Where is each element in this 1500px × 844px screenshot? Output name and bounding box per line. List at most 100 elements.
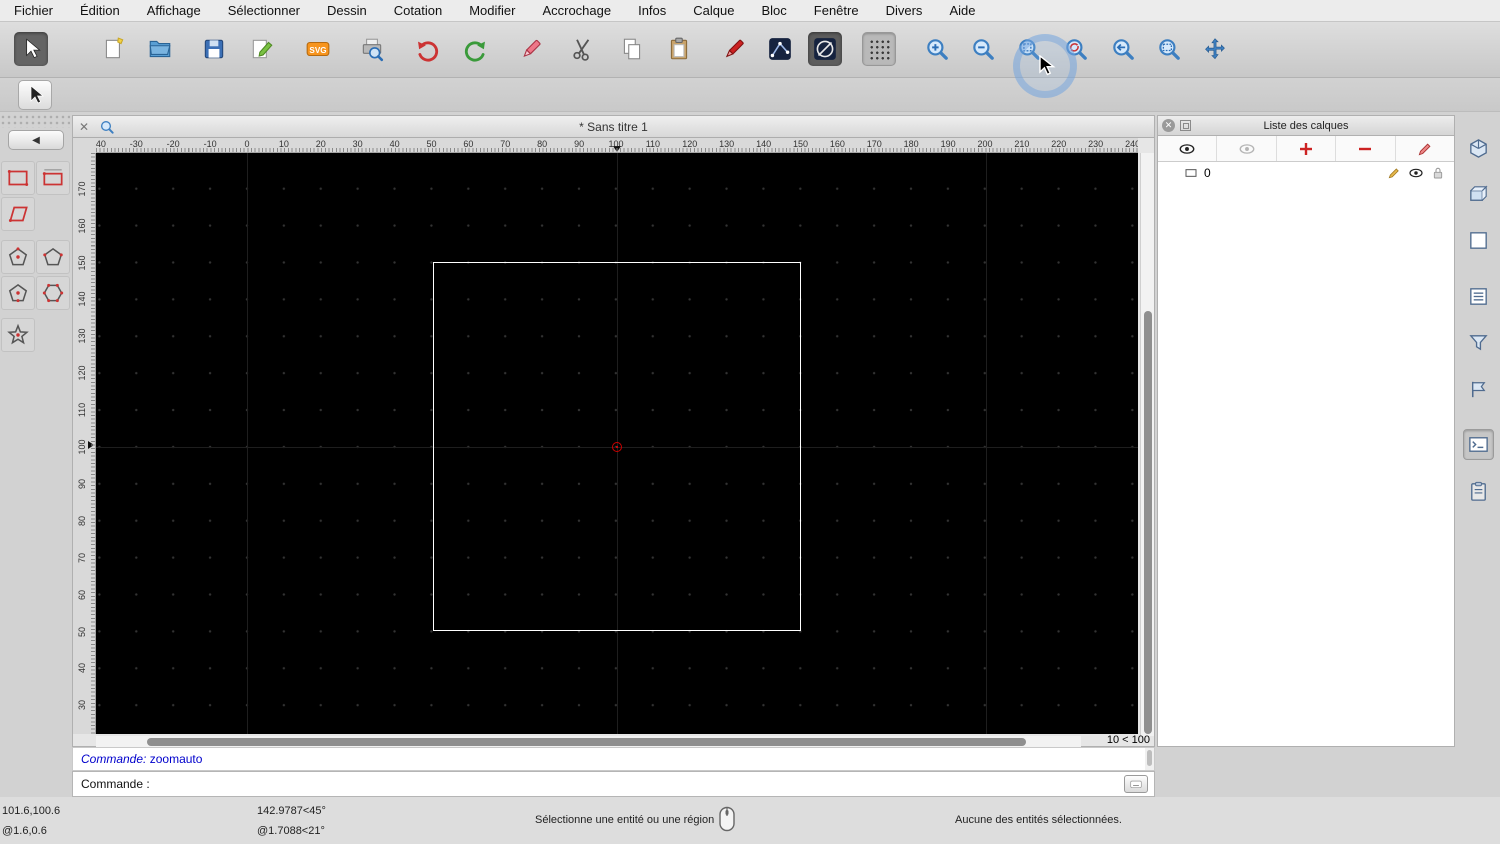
copy-button[interactable]: [615, 32, 649, 66]
parallelogram-icon: [8, 206, 28, 223]
draw-pen-button[interactable]: [717, 32, 751, 66]
rectangle-corners-tool[interactable]: [1, 161, 35, 195]
menu-item[interactable]: Accrochage: [542, 3, 611, 18]
open-file-button[interactable]: [143, 32, 177, 66]
polygon-center-side-tool[interactable]: [1, 276, 35, 310]
menu-item[interactable]: Cotation: [394, 3, 442, 18]
menu-item[interactable]: Modifier: [469, 3, 515, 18]
dock-selection-filter-button[interactable]: [1463, 327, 1494, 358]
rectangle-size-tool[interactable]: [36, 161, 70, 195]
horizontal-scrollbar-thumb[interactable]: [147, 738, 1026, 746]
hide-all-layers-button[interactable]: [1217, 136, 1277, 161]
polyline-tool-button[interactable]: [763, 32, 797, 66]
floppy-disk-icon: [204, 39, 224, 59]
dock-block-list-button[interactable]: [1463, 179, 1494, 210]
paste-button[interactable]: [662, 32, 696, 66]
dock-clipboard-button[interactable]: [1463, 476, 1494, 507]
vertical-scrollbar[interactable]: [1140, 153, 1154, 736]
toolbar-drag-handle[interactable]: [0, 114, 70, 128]
print-preview-button[interactable]: [355, 32, 389, 66]
menu-item[interactable]: Bloc: [761, 3, 786, 18]
polygon-two-vertices-tool[interactable]: [36, 240, 70, 274]
reference-point[interactable]: [612, 442, 622, 452]
command-history-label: Commande:: [81, 752, 147, 766]
dock-pen-flag-button[interactable]: [1463, 374, 1494, 405]
zoom-out-button[interactable]: [966, 32, 1000, 66]
menu-item[interactable]: Divers: [886, 3, 923, 18]
rectangle-size-icon: [42, 169, 63, 186]
layer-lock-icon[interactable]: [1430, 165, 1446, 181]
dock-3d-view-button[interactable]: [1463, 133, 1494, 164]
clipboard-panel-icon: [1471, 481, 1486, 501]
menu-item[interactable]: Affichage: [147, 3, 201, 18]
command-options-button[interactable]: [1124, 775, 1148, 793]
hint-text: Sélectionne une entité ou une région: [535, 814, 715, 826]
delete-entities-button[interactable]: [514, 32, 548, 66]
layer-row[interactable]: 0: [1158, 162, 1454, 184]
grid-dots-icon: [868, 38, 890, 60]
ruler-left-label: 40: [77, 663, 87, 674]
undo-button[interactable]: [411, 32, 445, 66]
notepad-pencil-icon: [252, 39, 273, 59]
ruler-left-label: 140: [77, 291, 87, 307]
layer-edit-pencil-icon[interactable]: [1386, 165, 1402, 181]
menu-item[interactable]: Édition: [80, 3, 120, 18]
select-single-button[interactable]: [18, 80, 52, 110]
ruler-top-label: 40: [389, 139, 400, 149]
new-document-button[interactable]: [97, 32, 131, 66]
command-history-scrollbar[interactable]: [1145, 748, 1154, 770]
layer-visible-eye-icon[interactable]: [1408, 165, 1424, 181]
zoom-previous-button[interactable]: [1106, 32, 1140, 66]
hexagon-red-vertices-icon: [42, 283, 64, 303]
remove-layer-button[interactable]: [1336, 136, 1396, 161]
parallelogram-tool[interactable]: [1, 197, 35, 231]
relative-coordinate: @1.6,0.6: [2, 825, 47, 837]
selection-arrow-button[interactable]: [14, 32, 48, 66]
ruler-top-label: 190: [940, 139, 956, 149]
zoom-in-button[interactable]: [920, 32, 954, 66]
drawing-canvas[interactable]: [96, 153, 1138, 734]
ruler-left-label: 60: [77, 589, 87, 600]
layer-swatch-icon: [1185, 169, 1197, 177]
show-all-layers-button[interactable]: [1158, 136, 1218, 161]
menu-item[interactable]: Infos: [638, 3, 666, 18]
edit-drawing-button[interactable]: [245, 32, 279, 66]
command-history-scrollbar-thumb[interactable]: [1147, 750, 1152, 766]
dock-icon-strip: [1458, 115, 1500, 747]
back-tools-button[interactable]: ◀: [8, 130, 64, 150]
dock-library-browser-button[interactable]: [1463, 225, 1494, 256]
menu-item[interactable]: Aide: [949, 3, 975, 18]
save-button[interactable]: [197, 32, 231, 66]
dock-command-line-button[interactable]: [1463, 429, 1494, 460]
grid-toggle-button[interactable]: [862, 32, 896, 66]
edit-layer-button[interactable]: [1396, 136, 1454, 161]
ruler-top-label: 70: [500, 139, 511, 149]
zoom-window-button[interactable]: [1152, 32, 1186, 66]
eye-open-icon: [1179, 143, 1195, 154]
menu-item[interactable]: Sélectionner: [228, 3, 300, 18]
funnel-icon: [1469, 335, 1488, 351]
polyline-tile-icon: [769, 38, 791, 60]
cut-button[interactable]: [566, 32, 600, 66]
command-prompt-label: Commande :: [81, 777, 150, 791]
cube-icon: [1470, 139, 1487, 158]
command-input[interactable]: [155, 777, 1124, 791]
ruler-left-label: 100: [77, 439, 87, 455]
menu-item[interactable]: Calque: [693, 3, 734, 18]
menu-item[interactable]: Dessin: [327, 3, 367, 18]
dock-layer-list-button[interactable]: [1463, 281, 1494, 312]
layer-panel-header: ✕ Liste des calques: [1158, 116, 1454, 136]
vertical-scrollbar-thumb[interactable]: [1144, 311, 1152, 734]
menu-item[interactable]: Fenêtre: [814, 3, 859, 18]
redo-button[interactable]: [458, 32, 492, 66]
ruler-top-label: 110: [645, 139, 661, 149]
command-history-entry: zoomauto: [149, 752, 203, 766]
star-tool[interactable]: [1, 318, 35, 352]
polygon-vertices-red-tool[interactable]: [36, 276, 70, 310]
add-layer-button[interactable]: [1277, 136, 1337, 161]
menu-item[interactable]: Fichier: [14, 3, 53, 18]
svg-export-button[interactable]: SVG: [301, 32, 335, 66]
polygon-center-vertex-tool[interactable]: [1, 240, 35, 274]
circle-tool-button[interactable]: [808, 32, 842, 66]
zoom-pan-button[interactable]: [1198, 32, 1232, 66]
